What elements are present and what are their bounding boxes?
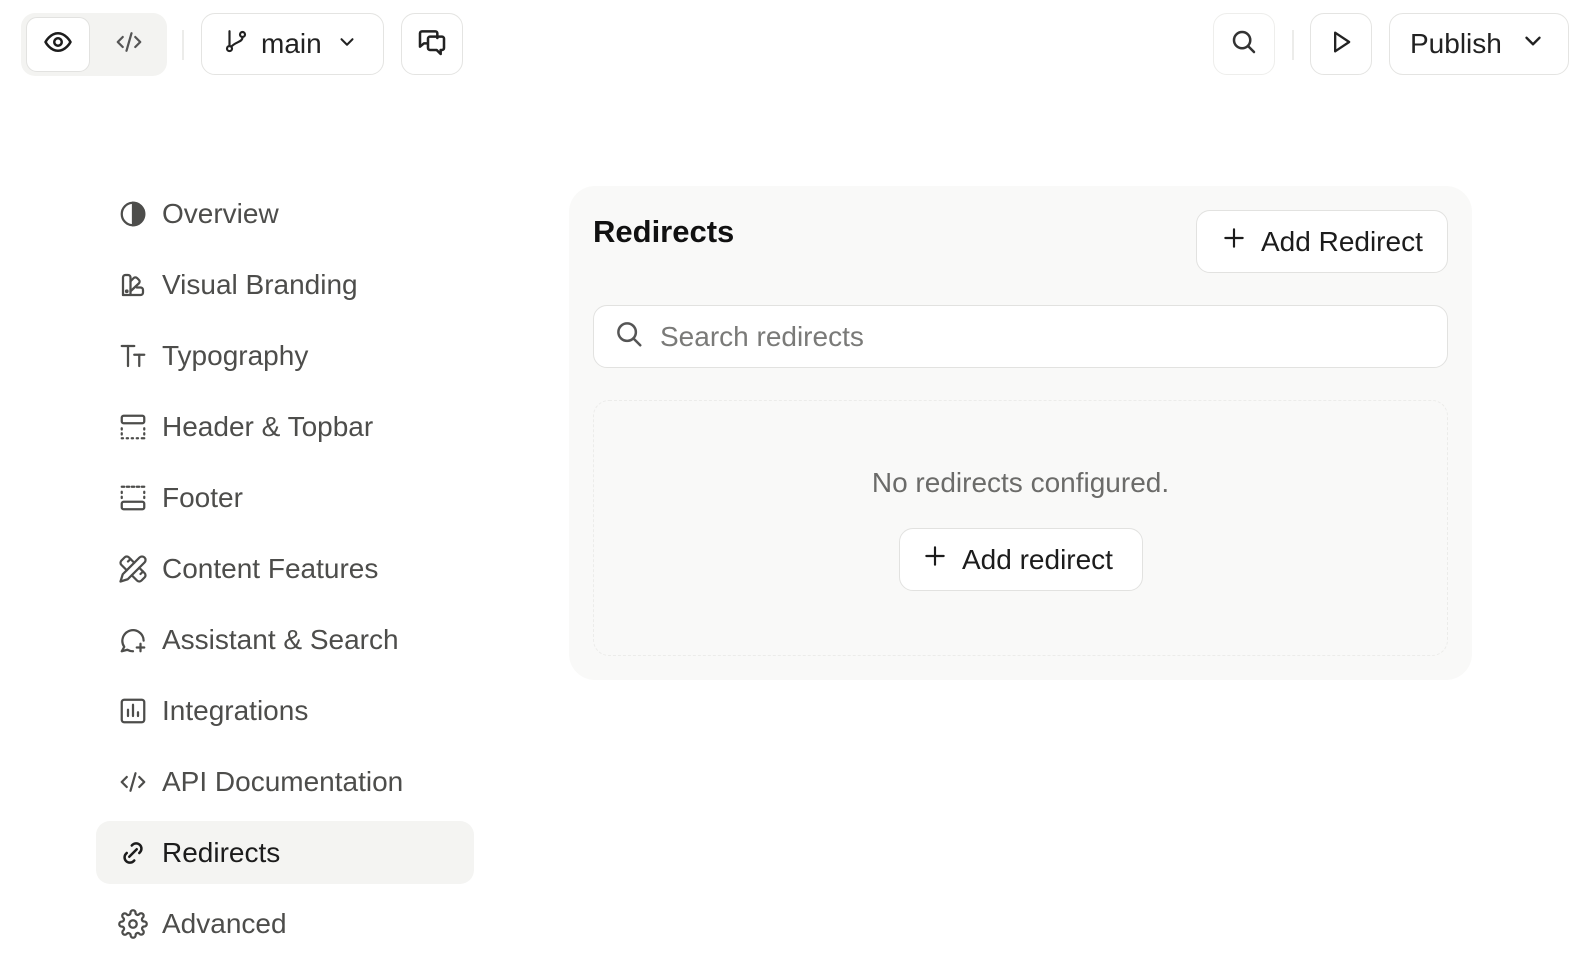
search-icon xyxy=(614,319,644,354)
search-button[interactable] xyxy=(1213,13,1275,75)
sidebar-item-label: Typography xyxy=(162,339,309,371)
sidebar-item-footer[interactable]: Footer xyxy=(96,466,474,529)
eye-icon xyxy=(43,27,73,62)
sidebar-item-label: Visual Branding xyxy=(162,268,358,300)
pencil-ruler-icon xyxy=(118,554,148,584)
sidebar-item-api-documentation[interactable]: API Documentation xyxy=(96,750,474,813)
sidebar-item-label: Redirects xyxy=(162,836,281,868)
add-redirect-empty-label: Add redirect xyxy=(962,543,1113,575)
sidebar-item-header-topbar[interactable]: Header & Topbar xyxy=(96,395,474,458)
sidebar-item-label: Advanced xyxy=(162,907,287,939)
sidebar-item-content-features[interactable]: Content Features xyxy=(96,537,474,600)
sidebar-item-label: Header & Topbar xyxy=(162,410,374,442)
sidebar-item-overview[interactable]: Overview xyxy=(96,182,474,245)
add-redirect-button[interactable]: Add Redirect xyxy=(1196,210,1448,273)
page-title: Redirects xyxy=(593,214,735,249)
search-redirects-input[interactable] xyxy=(658,319,1418,354)
link-icon xyxy=(118,838,148,868)
top-toolbar: main Publish xyxy=(0,0,1590,90)
sidebar-item-typography[interactable]: Typography xyxy=(96,324,474,387)
plus-icon xyxy=(922,543,948,576)
sidebar-item-label: Overview xyxy=(162,197,279,229)
play-icon xyxy=(1327,28,1355,61)
preview-play-button[interactable] xyxy=(1310,13,1372,75)
chat-sparkle-icon xyxy=(118,625,148,655)
empty-state: No redirects configured. Add redirect xyxy=(593,400,1448,656)
comments-button[interactable] xyxy=(401,13,463,75)
publish-label: Publish xyxy=(1410,28,1502,59)
empty-state-message: No redirects configured. xyxy=(871,467,1170,498)
sidebar-item-advanced[interactable]: Advanced xyxy=(96,892,474,955)
sidebar-item-visual-branding[interactable]: Visual Branding xyxy=(96,253,474,316)
publish-button[interactable]: Publish xyxy=(1389,13,1569,75)
branch-label: main xyxy=(261,28,322,59)
plus-icon xyxy=(1221,225,1247,258)
git-branch-icon xyxy=(223,28,249,61)
sidebar-item-label: Integrations xyxy=(162,694,309,726)
add-redirect-label: Add Redirect xyxy=(1261,225,1423,257)
layout-header-icon xyxy=(118,412,148,442)
layout-footer-icon xyxy=(118,483,148,513)
gear-icon xyxy=(118,908,148,939)
toolbar-divider xyxy=(182,30,184,60)
add-redirect-empty-button[interactable]: Add redirect xyxy=(899,528,1143,591)
code-icon xyxy=(118,767,148,797)
code-mode-button[interactable] xyxy=(97,17,161,72)
sidebar-item-label: Assistant & Search xyxy=(162,623,399,655)
chat-bubbles-icon xyxy=(416,26,448,63)
text-size-icon xyxy=(118,341,148,371)
sidebar-item-label: Content Features xyxy=(162,552,379,584)
chevron-down-icon xyxy=(336,28,358,60)
search-redirects-field[interactable] xyxy=(593,305,1448,368)
settings-sidebar: Overview Visual Branding Typography Head… xyxy=(96,182,474,963)
contrast-circle-icon xyxy=(118,199,148,229)
preview-mode-button[interactable] xyxy=(26,17,90,72)
sidebar-item-label: Footer xyxy=(162,481,243,513)
view-mode-toggle xyxy=(21,13,167,76)
sidebar-item-integrations[interactable]: Integrations xyxy=(96,679,474,742)
palette-icon xyxy=(118,270,148,300)
branch-selector[interactable]: main xyxy=(201,13,384,75)
redirects-panel: Redirects Add Redirect No redirects conf… xyxy=(569,186,1472,680)
toolbar-divider xyxy=(1292,30,1294,60)
code-icon xyxy=(114,27,144,62)
sidebar-item-label: API Documentation xyxy=(162,765,404,797)
sidebar-item-assistant-search[interactable]: Assistant & Search xyxy=(96,608,474,671)
chevron-down-icon xyxy=(1520,28,1546,61)
bar-chart-icon xyxy=(118,696,148,726)
search-icon xyxy=(1229,27,1259,62)
sidebar-item-redirects[interactable]: Redirects xyxy=(96,821,474,884)
